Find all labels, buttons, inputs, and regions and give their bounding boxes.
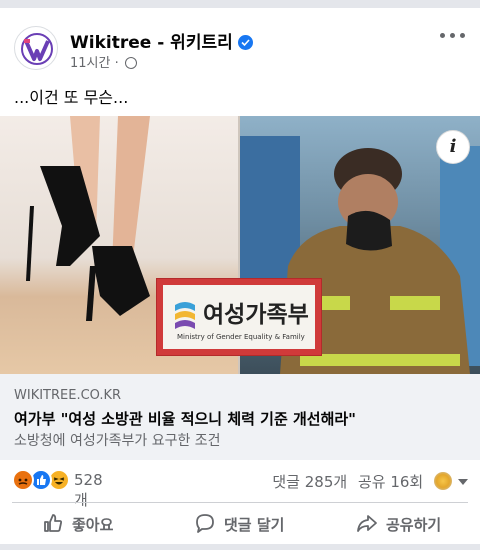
share-arrow-icon <box>357 515 377 532</box>
dot-icon <box>440 33 445 38</box>
engagement-stats: 528개 댓글 285개 공유 16회 <box>12 468 468 509</box>
ministry-sign-title: 여성가족부 <box>203 302 309 328</box>
page-name-text[interactable]: Wikitree - 위키트리 <box>70 33 233 53</box>
share-label: 공유하기 <box>386 516 442 534</box>
reaction-count[interactable]: 528개 <box>74 471 103 510</box>
globe-icon <box>124 57 137 69</box>
comment-label: 댓글 달기 <box>224 516 285 534</box>
post-header: Wikitree - 위키트리 11시간 · <box>14 22 468 71</box>
viewer-avatar-icon[interactable] <box>434 472 452 490</box>
divider <box>12 502 468 503</box>
like-label: 좋아요 <box>72 516 114 534</box>
comment-icon <box>196 514 214 533</box>
action-bar: 좋아요 댓글 달기 공유하기 <box>0 508 480 544</box>
more-options-button[interactable] <box>440 28 468 44</box>
ministry-sign-subtitle: Ministry of Gender Equality & Family <box>177 333 305 341</box>
dot-icon <box>450 33 455 38</box>
angry-icon <box>12 469 34 491</box>
ministry-sign-panel: 여성가족부 Ministry of Gender Equality & Fami… <box>163 285 315 349</box>
link-preview[interactable]: WIKITREE.CO.KR 여가부 "여성 소방관 비율 적으니 체력 기준 … <box>0 374 480 460</box>
link-title[interactable]: 여가부 "여성 소방관 비율 적으니 체력 기준 개선해라" <box>14 408 356 429</box>
post-time[interactable]: 11시간 <box>70 56 110 71</box>
info-icon[interactable]: i <box>436 130 470 164</box>
link-domain: WIKITREE.CO.KR <box>14 388 122 403</box>
post-card: Wikitree - 위키트리 11시간 · ...이건 또 무슨... 여성가… <box>0 8 480 544</box>
ministry-logo-icon <box>175 302 195 329</box>
wikitree-logo-icon <box>21 33 53 65</box>
comment-button[interactable]: 댓글 달기 <box>194 512 284 540</box>
link-image[interactable]: 여성가족부 Ministry of Gender Equality & Fami… <box>0 116 480 374</box>
post-meta: 11시간 · <box>70 52 137 71</box>
post-text: ...이건 또 무슨... <box>14 88 129 107</box>
meta-separator: · <box>114 56 119 71</box>
comment-share-stats: 댓글 285개 공유 16회 <box>266 471 468 492</box>
page-avatar[interactable] <box>14 26 58 70</box>
share-button[interactable]: 공유하기 <box>356 512 441 540</box>
verified-badge-icon <box>237 35 253 50</box>
ministry-sign: 여성가족부 Ministry of Gender Equality & Fami… <box>156 278 322 356</box>
like-button[interactable]: 좋아요 <box>42 512 113 540</box>
chevron-down-icon[interactable] <box>458 479 468 485</box>
share-count[interactable]: 공유 16회 <box>358 473 423 491</box>
comment-count[interactable]: 댓글 285개 <box>272 473 347 491</box>
page-name[interactable]: Wikitree - 위키트리 <box>70 28 253 53</box>
link-description: 소방청에 여성가족부가 요구한 조건 <box>14 433 221 449</box>
dot-icon <box>460 33 465 38</box>
thumbs-up-icon <box>44 514 63 532</box>
